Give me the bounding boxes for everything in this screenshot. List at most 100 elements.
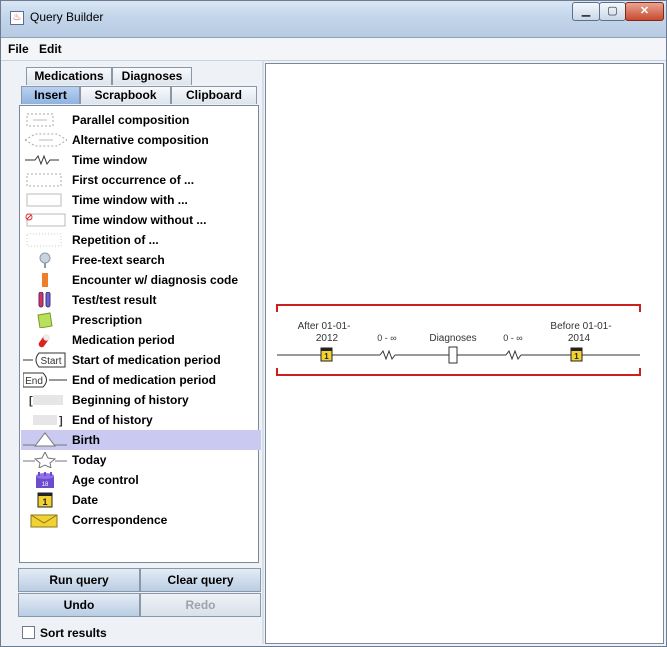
undo-button[interactable]: Undo: [18, 593, 140, 617]
query-diagram[interactable]: 1 1 After 01-01- 2012 0 - ∞ Diagnoses 0 …: [266, 64, 663, 643]
gap-1-squiggle: [379, 349, 396, 361]
list-item-label: Medication period: [72, 333, 175, 347]
redo-button[interactable]: Redo: [140, 593, 261, 617]
query-builder-window: ♨ Query Builder ▁ ▢ ✕ File Edit Medicati…: [0, 0, 667, 647]
tab-diagnoses[interactable]: Diagnoses: [112, 67, 192, 85]
tab-medications[interactable]: Medications: [26, 67, 112, 85]
time-window-with-icon: [26, 193, 62, 207]
sort-results-checkbox[interactable]: [22, 626, 35, 639]
menu-bar: File Edit: [1, 38, 666, 61]
list-item-label: First occurrence of ...: [72, 173, 195, 187]
age-icon-text: 18: [42, 482, 49, 488]
maximize-button[interactable]: ▢: [599, 2, 626, 21]
title-bar[interactable]: ♨ Query Builder ▁ ▢ ✕: [1, 1, 666, 38]
insert-palette-list[interactable]: Parallel composition Alternative composi…: [19, 105, 261, 563]
minimize-button[interactable]: ▁: [572, 2, 600, 21]
list-item-label: Alternative composition: [72, 133, 209, 147]
before-label-line1: Before 01-01-: [550, 321, 611, 332]
time-window-without-icon: [25, 213, 66, 227]
list-item[interactable]: 18 Age control: [21, 470, 261, 490]
list-item-label: Repetition of ...: [72, 233, 159, 247]
list-item-label: Encounter w/ diagnosis code: [72, 273, 239, 287]
after-date-icon-text: 1: [324, 352, 329, 361]
list-item[interactable]: Prescription: [21, 310, 261, 330]
start-icon-text: Start: [40, 356, 61, 367]
list-item[interactable]: Start Start of medication period: [21, 350, 261, 370]
first-occurrence-icon: [26, 173, 62, 187]
beginning-history-icon: [: [29, 395, 63, 407]
end-history-icon-text: ]: [59, 415, 63, 427]
gap-2-squiggle: [505, 349, 522, 361]
query-bracket-top: [276, 304, 641, 312]
birth-triangle-icon: [23, 432, 67, 447]
list-item-label: Date: [72, 493, 99, 507]
list-item[interactable]: [ Beginning of history: [21, 390, 261, 410]
list-item[interactable]: First occurrence of ...: [21, 170, 261, 190]
before-label-line2: 2014: [568, 333, 591, 344]
list-item[interactable]: ] End of history: [21, 410, 261, 430]
list-item[interactable]: Correspondence: [21, 510, 261, 530]
tab-clipboard[interactable]: Clipboard: [171, 86, 257, 104]
end-medication-icon: End: [23, 372, 67, 388]
list-item[interactable]: 1 Date: [21, 490, 261, 510]
java-app-icon: ♨: [10, 11, 24, 25]
list-item-label: End of medication period: [72, 373, 217, 387]
list-item[interactable]: Free-text search: [21, 250, 261, 270]
list-item-label: Time window: [72, 153, 148, 167]
tab-insert[interactable]: Insert: [21, 86, 80, 104]
list-item[interactable]: Repetition of ...: [21, 230, 261, 250]
list-item-label: Time window with ...: [72, 193, 188, 207]
list-item-label: End of history: [72, 413, 153, 427]
list-item[interactable]: Time window with ...: [21, 190, 261, 210]
query-canvas[interactable]: 1 1 After 01-01- 2012 0 - ∞ Diagnoses 0 …: [265, 63, 664, 644]
close-button[interactable]: ✕: [625, 2, 664, 21]
list-item[interactable]: Time window: [21, 150, 261, 170]
after-label-line1: After 01-01-: [298, 321, 351, 332]
splitter[interactable]: [262, 61, 264, 644]
diagnoses-node[interactable]: [448, 346, 458, 364]
list-item-label: Correspondence: [72, 513, 168, 527]
end-icon-text: End: [25, 376, 43, 387]
menu-file[interactable]: File: [8, 42, 29, 56]
before-date-icon[interactable]: 1: [570, 347, 583, 362]
run-query-button[interactable]: Run query: [18, 568, 140, 592]
clear-query-button[interactable]: Clear query: [140, 568, 261, 592]
query-bracket-bottom: [276, 368, 641, 376]
list-item-label: Today: [72, 453, 107, 467]
tab-scrapbook[interactable]: Scrapbook: [80, 86, 171, 104]
end-history-icon: ]: [33, 415, 63, 427]
repetition-icon: [26, 233, 62, 247]
list-item[interactable]: Alternative composition: [21, 130, 261, 150]
encounter-icon: [42, 273, 48, 287]
gap-1-label: 0 - ∞: [377, 333, 396, 343]
list-item[interactable]: End End of medication period: [21, 370, 261, 390]
list-item-label: Beginning of history: [72, 393, 189, 407]
age-control-icon: 18: [36, 472, 54, 488]
menu-edit[interactable]: Edit: [39, 42, 62, 56]
list-item[interactable]: Test/test result: [21, 290, 261, 310]
beginning-icon-text: [: [29, 395, 33, 407]
today-star-icon: [23, 452, 67, 468]
envelope-icon: [30, 514, 58, 528]
start-medication-icon: Start: [23, 352, 66, 368]
alternative-composition-icon: [24, 133, 67, 147]
diagnoses-label: Diagnoses: [429, 333, 476, 344]
list-item-label: Start of medication period: [72, 353, 221, 367]
calendar-date-icon: 1: [37, 492, 53, 508]
parallel-composition-icon: [26, 113, 54, 127]
prescription-icon: [37, 312, 53, 328]
list-item-label: Test/test result: [72, 293, 157, 307]
list-item[interactable]: Medication period: [21, 330, 261, 350]
window-title: Query Builder: [30, 10, 104, 24]
list-item[interactable]: Parallel composition: [21, 110, 261, 130]
before-date-icon-text: 1: [574, 352, 579, 361]
after-date-icon[interactable]: 1: [320, 347, 333, 362]
list-item[interactable]: Time window without ...: [21, 210, 261, 230]
list-item[interactable]: Birth: [21, 430, 261, 450]
list-item-label: Free-text search: [72, 253, 165, 267]
time-window-icon: [25, 154, 59, 166]
list-item-label: Parallel composition: [72, 113, 190, 127]
list-item-label: Time window without ...: [72, 213, 207, 227]
list-item[interactable]: Encounter w/ diagnosis code: [21, 270, 261, 290]
list-item[interactable]: Today: [21, 450, 261, 470]
